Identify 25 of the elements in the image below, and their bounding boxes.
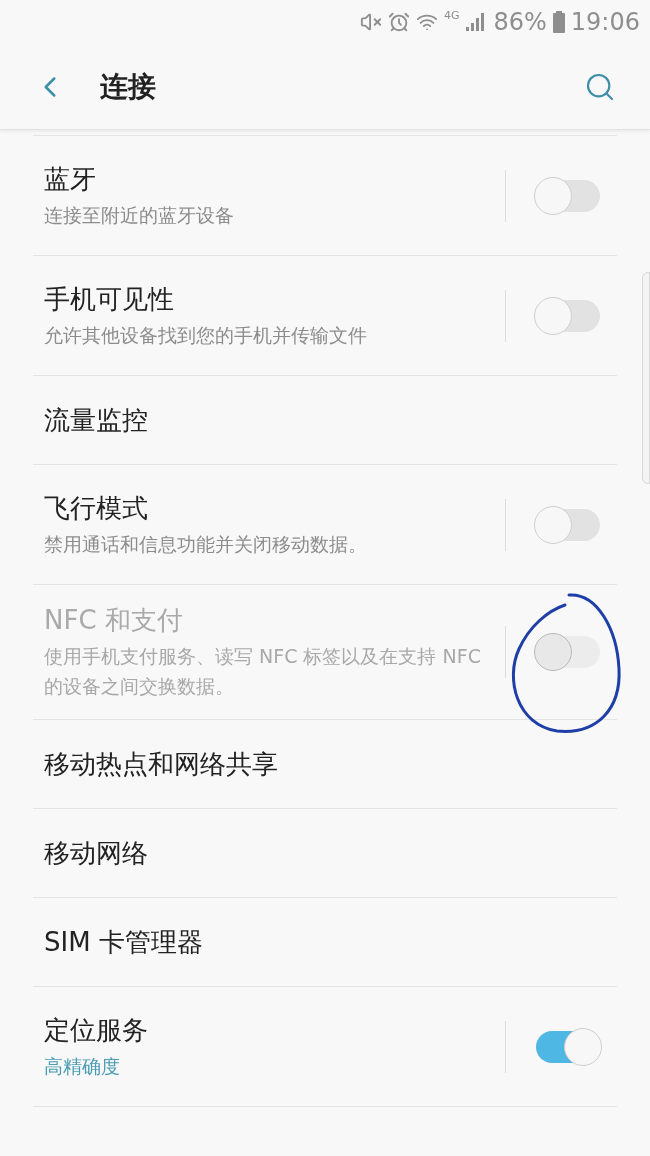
- setting-title: 流量监控: [44, 404, 149, 437]
- toggle-switch[interactable]: [534, 505, 602, 544]
- setting-title: 飞行模式: [44, 491, 149, 525]
- alarm-icon: [387, 11, 410, 33]
- setting-subtitle: 禁用通话和信息功能并关闭移动数据。: [44, 531, 368, 557]
- battery-icon: [552, 11, 565, 33]
- setting-title: SIM 卡管理器: [44, 926, 204, 959]
- mute-icon: [359, 11, 382, 33]
- toggle-switch[interactable]: [534, 296, 602, 335]
- setting-title: 蓝牙: [44, 162, 97, 196]
- setting-title: NFC 和支付: [44, 604, 184, 637]
- setting-subtitle: 使用手机支付服务、读写 NFC 标签以及在支持 NFC 的设备之间交换数据。: [44, 644, 482, 699]
- page-title: 连接: [100, 68, 157, 105]
- setting-title: 移动网络: [44, 837, 149, 870]
- setting-subtitle: 允许其他设备找到您的手机并传输文件: [44, 322, 368, 348]
- setting-subtitle: 高精确度: [44, 1053, 121, 1079]
- toggle-switch[interactable]: [534, 176, 602, 215]
- clock-time: 19:06: [570, 7, 640, 38]
- battery-level: 86%: [493, 7, 547, 38]
- setting-title: 定位服务: [44, 1013, 149, 1047]
- setting-title: 手机可见性: [44, 282, 175, 316]
- network-type: 4G: [443, 8, 460, 24]
- setting-title: 移动热点和网络共享: [44, 748, 279, 781]
- toggle-switch[interactable]: [534, 1027, 602, 1066]
- setting-subtitle: 连接至附近的蓝牙设备: [44, 202, 235, 228]
